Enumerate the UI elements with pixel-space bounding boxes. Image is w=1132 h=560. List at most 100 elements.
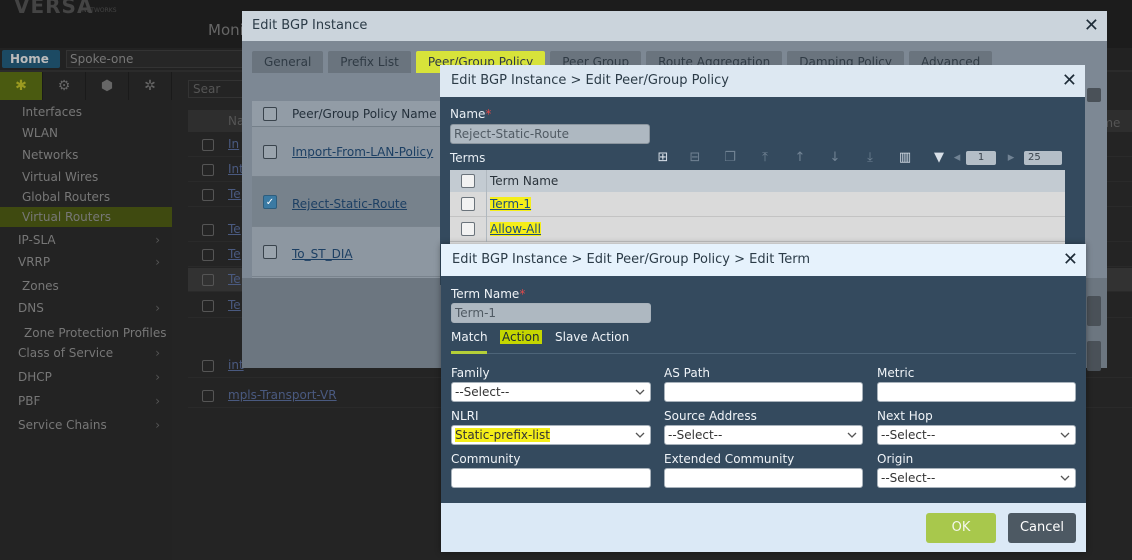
next-page-icon[interactable]: ▸ bbox=[1006, 149, 1016, 167]
network-icon[interactable]: ✱ bbox=[0, 72, 43, 100]
name-label: Name* bbox=[450, 107, 491, 121]
cube-icon[interactable]: ⬢ bbox=[86, 72, 129, 100]
family-select[interactable]: --Select-- bbox=[451, 382, 651, 402]
sidebar-item-class-of-service[interactable]: Class of Service › bbox=[0, 343, 172, 363]
select-all-checkbox[interactable] bbox=[461, 174, 475, 188]
extended-community-field[interactable] bbox=[664, 468, 863, 488]
chevron-right-icon: › bbox=[155, 370, 160, 384]
name-field[interactable]: Reject-Static-Route bbox=[450, 124, 650, 144]
row-checkbox[interactable] bbox=[202, 300, 214, 312]
close-icon[interactable]: ✕ bbox=[1084, 11, 1099, 41]
row-checkbox[interactable] bbox=[202, 390, 214, 402]
add-icon[interactable]: ⊞ bbox=[654, 149, 672, 167]
ok-button-hidden[interactable] bbox=[1087, 296, 1101, 326]
row-checkbox[interactable] bbox=[202, 189, 214, 201]
as-path-field[interactable] bbox=[664, 382, 863, 402]
ok-button[interactable]: OK bbox=[926, 513, 996, 543]
move-down-icon[interactable]: ↓ bbox=[826, 149, 844, 167]
select-all-checkbox[interactable] bbox=[263, 107, 277, 121]
home-button[interactable]: Home bbox=[2, 50, 60, 68]
term-link[interactable]: Term-1 bbox=[490, 197, 532, 211]
chevron-right-icon: › bbox=[155, 394, 160, 408]
row-checkbox[interactable] bbox=[202, 164, 214, 176]
row-name[interactable]: mpls-Transport-VR bbox=[228, 388, 337, 402]
dialog-title: Edit BGP Instance bbox=[252, 18, 368, 33]
remove-icon[interactable]: ⊟ bbox=[686, 149, 704, 167]
policy-link[interactable]: Reject-Static-Route bbox=[292, 197, 407, 211]
policy-link[interactable]: Import-From-LAN-Policy bbox=[292, 145, 433, 159]
sidebar-item-dhcp[interactable]: DHCP › bbox=[0, 367, 172, 387]
chevron-down-icon bbox=[635, 432, 645, 438]
row-checkbox[interactable] bbox=[202, 360, 214, 372]
cancel-button[interactable]: Cancel bbox=[1008, 513, 1076, 543]
sidebar-item-dns[interactable]: DNS › bbox=[0, 298, 172, 318]
term-name-field[interactable]: Term-1 bbox=[451, 303, 651, 323]
next-hop-select[interactable]: --Select-- bbox=[877, 425, 1076, 445]
close-icon[interactable]: ✕ bbox=[1062, 65, 1077, 97]
origin-select[interactable]: --Select-- bbox=[877, 468, 1076, 488]
as-path-label: AS Path bbox=[664, 366, 711, 380]
row-checkbox[interactable] bbox=[202, 224, 214, 236]
term-link[interactable]: Allow-All bbox=[490, 222, 541, 236]
search-input[interactable]: Sear bbox=[188, 80, 248, 98]
row-checkbox[interactable] bbox=[461, 222, 475, 236]
columns-icon[interactable]: ▥ bbox=[896, 149, 914, 167]
move-top-icon[interactable]: ⤒ bbox=[756, 149, 774, 167]
table-row[interactable]: To_ST_DIA bbox=[252, 227, 442, 277]
row-name[interactable]: In bbox=[228, 137, 239, 151]
cancel-button-hidden[interactable] bbox=[1087, 341, 1101, 371]
copy-icon[interactable]: ❐ bbox=[721, 149, 739, 167]
sidebar-item-interfaces[interactable]: Interfaces bbox=[0, 102, 172, 122]
row-checkbox[interactable] bbox=[202, 274, 214, 286]
sidebar-item-ip-sla[interactable]: IP-SLA › bbox=[0, 230, 172, 250]
community-label: Community bbox=[451, 452, 521, 466]
move-up-icon[interactable]: ↑ bbox=[791, 149, 809, 167]
services-icon[interactable]: ✲ bbox=[129, 72, 172, 100]
sidebar-item-networks[interactable]: Networks bbox=[0, 145, 172, 165]
sidebar-item-pbf[interactable]: PBF › bbox=[0, 391, 172, 411]
sidebar-item-wlan[interactable]: WLAN bbox=[0, 123, 172, 143]
sidebar-item-vrrp[interactable]: VRRP › bbox=[0, 252, 172, 272]
prev-page-icon[interactable]: ◂ bbox=[952, 149, 962, 167]
close-icon[interactable]: ✕ bbox=[1063, 244, 1078, 276]
policy-link[interactable]: To_ST_DIA bbox=[292, 247, 353, 261]
table-row[interactable]: ✓ Reject-Static-Route bbox=[252, 177, 442, 227]
nlri-select[interactable]: Static-prefix-list bbox=[451, 425, 651, 445]
row-name[interactable]: Te bbox=[228, 247, 241, 261]
row-name[interactable]: Te bbox=[228, 272, 241, 286]
tab-general[interactable]: General bbox=[252, 51, 324, 73]
metric-field[interactable] bbox=[877, 382, 1076, 402]
sidebar-item-service-chains[interactable]: Service Chains › bbox=[0, 415, 172, 435]
table-row[interactable]: Term-1 bbox=[450, 192, 1075, 217]
row-checkbox-checked[interactable]: ✓ bbox=[263, 195, 277, 209]
sidebar-item-global-routers[interactable]: Global Routers bbox=[0, 187, 172, 207]
sidebar-item-zone-protection[interactable]: Zone Protection Profiles bbox=[0, 323, 172, 343]
sidebar-item-virtual-wires[interactable]: Virtual Wires bbox=[0, 167, 172, 187]
filter-icon[interactable]: ▼ bbox=[930, 149, 948, 167]
row-checkbox[interactable] bbox=[461, 197, 475, 211]
community-field[interactable] bbox=[451, 468, 651, 488]
page-number-input[interactable]: 1 bbox=[966, 151, 996, 165]
row-checkbox[interactable] bbox=[263, 245, 277, 259]
sidebar-item-virtual-routers[interactable]: Virtual Routers bbox=[0, 207, 172, 227]
scroll-up-block[interactable] bbox=[1087, 88, 1101, 102]
tab-action[interactable]: Action bbox=[500, 330, 542, 354]
tab-slave-action[interactable]: Slave Action bbox=[555, 330, 629, 354]
table-row[interactable]: Allow-All bbox=[450, 217, 1075, 242]
gear-icon[interactable]: ⚙ bbox=[43, 72, 86, 100]
source-address-select[interactable]: --Select-- bbox=[664, 425, 863, 445]
sidebar-item-zones[interactable]: Zones bbox=[0, 276, 172, 296]
tab-match[interactable]: Match bbox=[451, 330, 488, 354]
term-name-label: Term Name* bbox=[451, 287, 525, 301]
row-checkbox[interactable] bbox=[263, 145, 277, 159]
move-bottom-icon[interactable]: ⤓ bbox=[861, 149, 879, 167]
row-name[interactable]: Te bbox=[228, 222, 241, 236]
row-checkbox[interactable] bbox=[202, 249, 214, 261]
page-size-select[interactable]: 25 bbox=[1024, 151, 1062, 165]
monitor-tab[interactable]: Moni bbox=[208, 21, 244, 39]
tab-prefix-list[interactable]: Prefix List bbox=[328, 51, 411, 73]
table-row[interactable]: Import-From-LAN-Policy bbox=[252, 127, 442, 177]
row-checkbox[interactable] bbox=[202, 139, 214, 151]
row-name[interactable]: Te bbox=[228, 298, 241, 312]
row-name[interactable]: Te bbox=[228, 187, 241, 201]
